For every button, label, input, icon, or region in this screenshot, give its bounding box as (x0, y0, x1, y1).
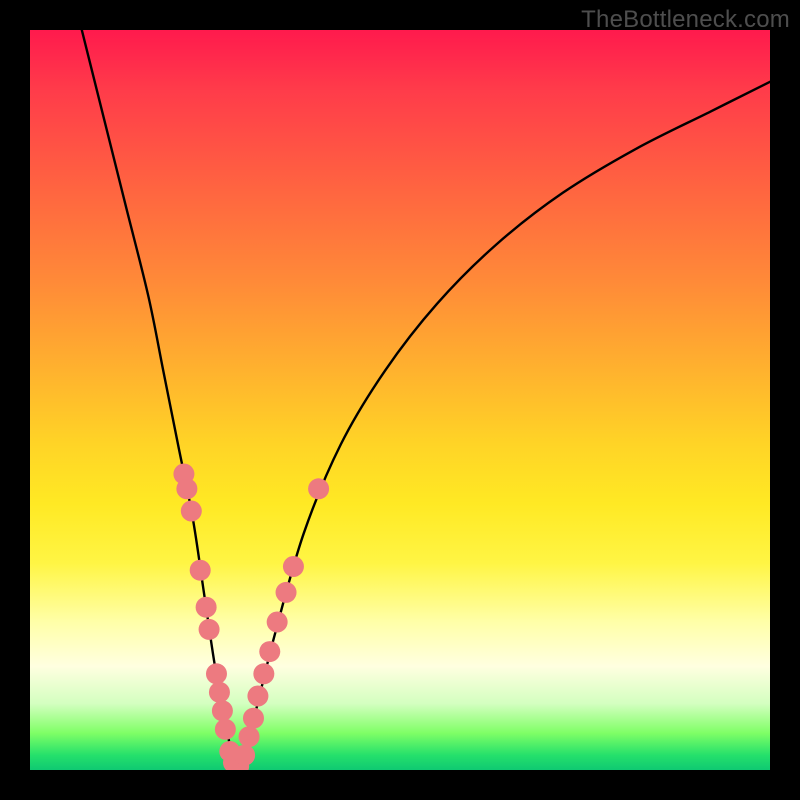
data-marker (215, 719, 236, 740)
data-marker (253, 663, 274, 684)
chart-frame: TheBottleneck.com (0, 0, 800, 800)
data-marker (212, 700, 233, 721)
data-marker (247, 686, 268, 707)
data-marker (259, 641, 280, 662)
data-marker (181, 501, 202, 522)
data-marker (308, 478, 329, 499)
data-marker (209, 682, 230, 703)
plot-area (30, 30, 770, 770)
data-marker (206, 663, 227, 684)
bottleneck-curve (82, 30, 770, 770)
data-marker (239, 726, 260, 747)
data-marker (190, 560, 211, 581)
data-marker (176, 478, 197, 499)
watermark-text: TheBottleneck.com (581, 6, 790, 34)
data-marker (283, 556, 304, 577)
data-marker (243, 708, 264, 729)
data-markers (173, 464, 329, 771)
data-marker (196, 597, 217, 618)
data-marker (199, 619, 220, 640)
data-marker (276, 582, 297, 603)
curve-svg (30, 30, 770, 770)
data-marker (267, 612, 288, 633)
data-marker (234, 745, 255, 766)
